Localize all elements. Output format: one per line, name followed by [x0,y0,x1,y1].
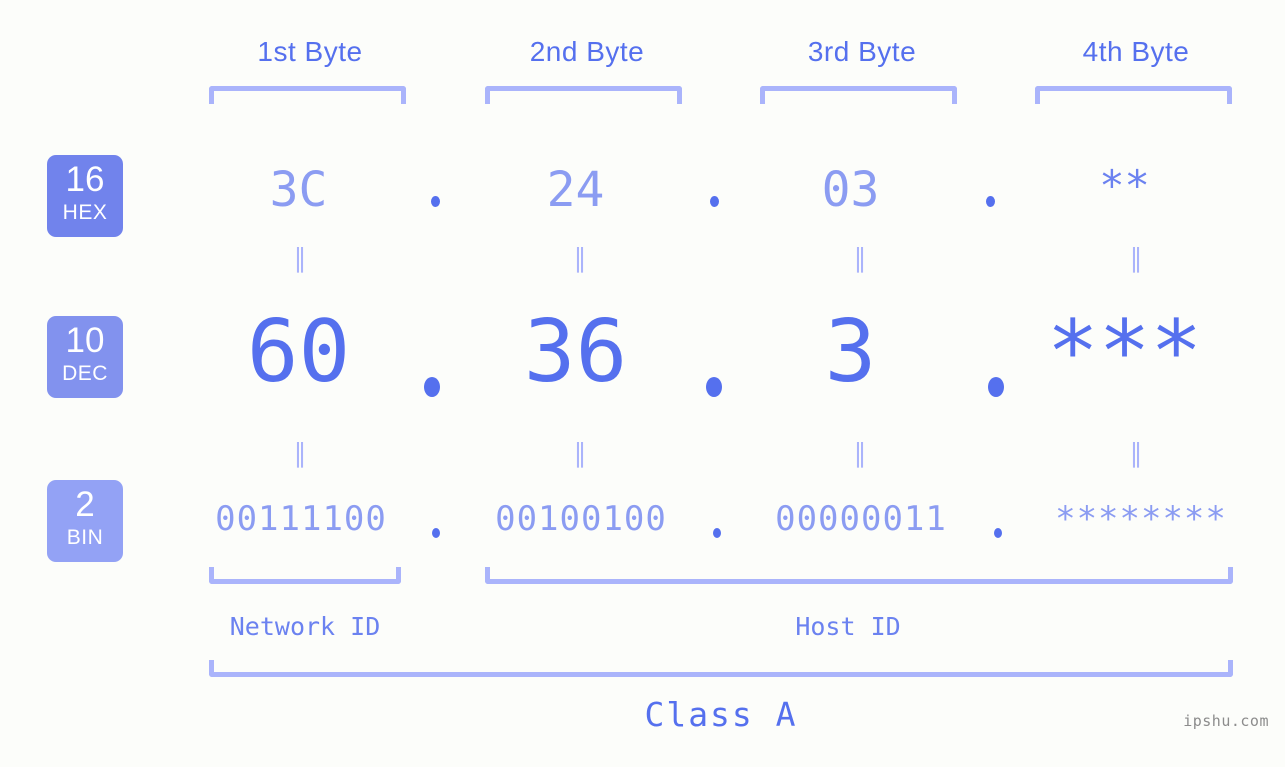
hex-byte-4: ** [1099,161,1150,210]
radix-badge-bin-label: BIN [66,526,104,549]
radix-badge-hex[interactable]: 16 HEX [47,155,123,237]
dec-byte-4: *** [1046,302,1203,402]
equality-separator-hex-dec-4: ∥ [1129,244,1143,274]
radix-badge-hex-label: HEX [62,201,108,224]
byte-header-4: 4th Byte [1082,36,1190,67]
equality-separator-dec-bin-4: ∥ [1129,439,1143,469]
hex-dot-2 [710,196,719,207]
dec-byte-2: 36 [523,302,628,402]
hex-byte-3: 03 [821,162,880,218]
radix-badge-dec-label: DEC [62,362,108,385]
site-watermark: ipshu.com [1183,712,1269,730]
byte-header-1: 1st Byte [257,36,363,67]
byte-bracket-top-3 [760,86,957,104]
hex-dot-1 [431,196,440,207]
byte-header-3: 3rd Byte [807,36,917,67]
bin-byte-4: ******** [1055,499,1227,539]
radix-badge-hex-number: 16 [65,160,105,199]
byte-header-2: 2nd Byte [529,36,645,67]
bin-byte-1: 00111100 [215,499,387,539]
byte-bracket-top-1 [209,86,406,104]
radix-badge-bin-number: 2 [75,485,95,524]
dec-dot-1 [424,377,440,397]
dec-dot-2 [706,377,722,397]
network-id-label: Network ID [229,612,381,641]
radix-badge-bin[interactable]: 2 BIN [47,480,123,562]
network-id-bracket [209,567,401,584]
radix-badge-dec-number: 10 [65,321,105,360]
byte-bracket-top-2 [485,86,682,104]
bin-dot-3 [994,528,1002,538]
equality-separator-dec-bin-3: ∥ [853,439,867,469]
byte-bracket-top-4 [1035,86,1232,104]
equality-separator-dec-bin-2: ∥ [573,439,587,469]
bin-byte-3: 00000011 [775,499,947,539]
hex-byte-2: 24 [546,162,605,218]
bin-dot-1 [432,528,440,538]
equality-separator-hex-dec-3: ∥ [853,244,867,274]
hex-dot-3 [986,196,995,207]
radix-badge-dec[interactable]: 10 DEC [47,316,123,398]
bin-dot-2 [713,528,721,538]
dec-byte-3: 3 [824,302,877,402]
bin-byte-2: 00100100 [495,499,667,539]
equality-separator-hex-dec-1: ∥ [293,244,307,274]
class-bracket [209,660,1233,677]
equality-separator-hex-dec-2: ∥ [573,244,587,274]
equality-separator-dec-bin-1: ∥ [293,439,307,469]
dec-dot-3 [988,377,1004,397]
host-id-label: Host ID [795,612,901,641]
dec-byte-1: 60 [246,302,351,402]
host-id-bracket [485,567,1233,584]
ip-address-breakdown-diagram: 1st Byte 2nd Byte 3rd Byte 4th Byte 16 H… [0,0,1285,767]
hex-byte-1: 3C [269,162,328,218]
class-label: Class A [644,695,798,734]
